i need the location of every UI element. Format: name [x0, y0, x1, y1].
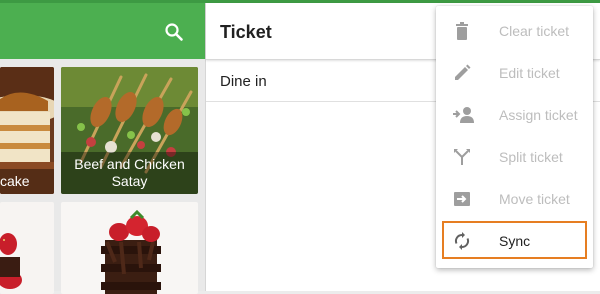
menu-item-sync[interactable]: Sync [436, 220, 593, 262]
menu-item-edit-ticket[interactable]: Edit ticket [436, 52, 593, 94]
item-tile-cake[interactable]: cake [0, 67, 54, 194]
assign-person-icon [452, 105, 474, 125]
menu-item-move-ticket[interactable]: Move ticket [436, 178, 593, 220]
trash-icon [452, 21, 472, 41]
item-label: Beef and Chicken Satay [61, 152, 198, 194]
item-grid-panel: cake Beef and Chicken Satay [0, 3, 205, 294]
menu-item-assign-ticket[interactable]: Assign ticket [436, 94, 593, 136]
dessert-image [0, 202, 54, 294]
menu-item-label: Assign ticket [499, 107, 578, 123]
move-arrow-icon [452, 189, 472, 209]
sync-icon [452, 231, 472, 251]
menu-item-label: Sync [499, 233, 531, 249]
menu-item-label: Split ticket [499, 149, 563, 165]
menu-item-label: Move ticket [499, 191, 570, 207]
item-tile-dessert[interactable] [0, 202, 54, 294]
dining-option-selector[interactable]: Dine in [220, 73, 267, 90]
items-toolbar [0, 3, 205, 59]
menu-item-label: Clear ticket [499, 23, 570, 39]
item-tile-beef-chicken-satay[interactable]: Beef and Chicken Satay [61, 67, 198, 194]
search-icon[interactable] [164, 22, 184, 42]
menu-item-split-ticket[interactable]: Split ticket [436, 136, 593, 178]
item-tile-brownie[interactable] [61, 202, 198, 294]
item-label: cake [0, 169, 54, 194]
split-icon [452, 147, 472, 167]
ticket-title: Ticket [220, 22, 272, 42]
pencil-icon [452, 63, 472, 83]
brownie-image [61, 202, 198, 294]
menu-item-label: Edit ticket [499, 65, 560, 81]
menu-item-clear-ticket[interactable]: Clear ticket [436, 10, 593, 52]
ticket-options-menu: Clear ticket Edit ticket Assign ticket S… [436, 6, 593, 268]
